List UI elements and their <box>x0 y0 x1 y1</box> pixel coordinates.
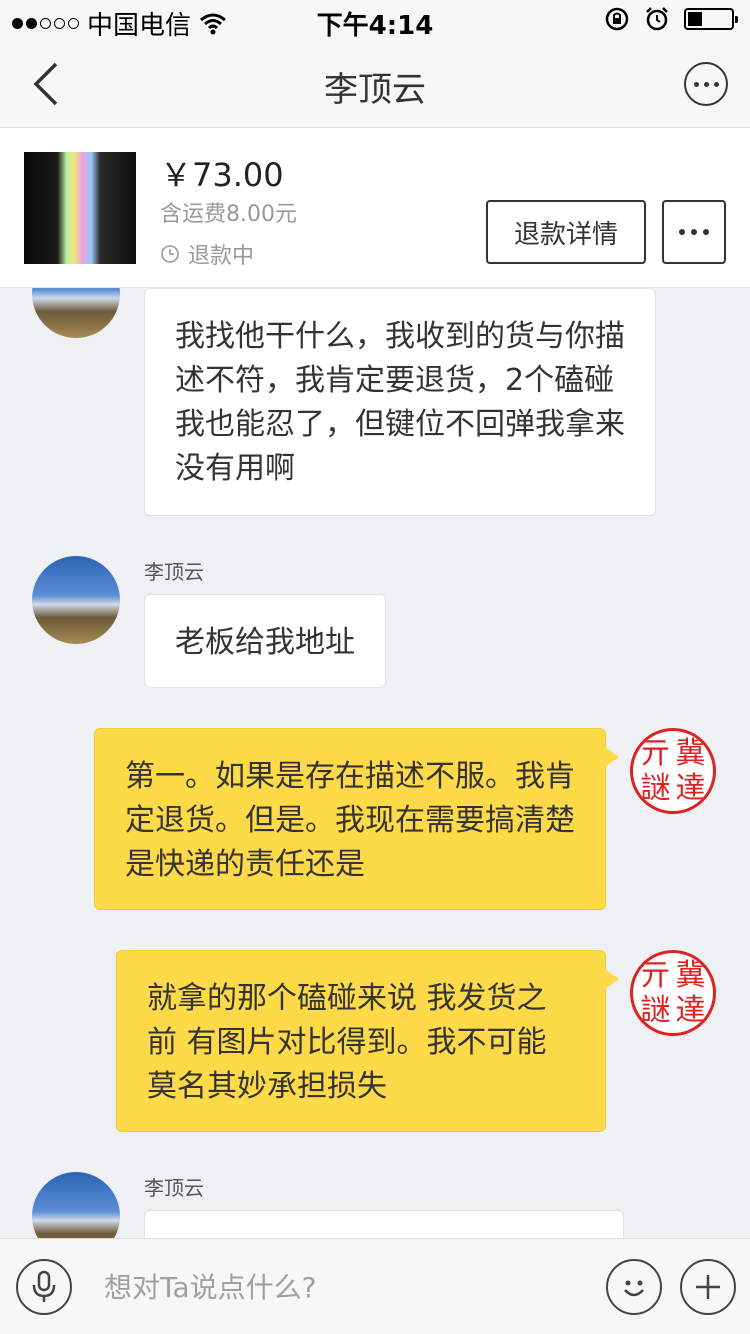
refund-details-button[interactable]: 退款详情 <box>486 200 646 264</box>
dot-icon <box>713 81 719 87</box>
sender-name: 李顶云 <box>144 560 204 584</box>
input-bar <box>0 1238 750 1334</box>
message-bubble[interactable] <box>144 1210 624 1238</box>
avatar[interactable] <box>32 288 120 338</box>
plus-icon <box>696 1275 720 1299</box>
nav-bar: 李顶云 <box>0 40 750 128</box>
voice-button[interactable] <box>16 1259 72 1315</box>
order-more-button[interactable] <box>662 200 726 264</box>
sender-name: 李顶云 <box>144 1176 204 1200</box>
message-input[interactable] <box>90 1259 590 1315</box>
alarm-icon <box>646 7 668 31</box>
rotation-lock-icon <box>605 7 629 31</box>
message-bubble[interactable]: 我找他干什么，我收到的货与你描述不符，我肯定要退货，2个磕碰我也能忍了，但键位不… <box>144 288 656 516</box>
clock-icon <box>161 245 179 263</box>
order-price: ￥73.00 <box>160 156 284 194</box>
dot-icon <box>691 229 697 235</box>
message-bubble-mine[interactable]: 第一。如果是存在描述不服。我肯定退货。但是。我现在需要搞清楚是快递的责任还是 <box>94 728 619 910</box>
battery-icon <box>684 8 738 30</box>
message-bubble[interactable]: 老板给我地址 <box>144 594 386 688</box>
add-button[interactable] <box>680 1259 736 1315</box>
dot-icon <box>703 81 709 87</box>
refund-status: 退款中 <box>160 238 254 270</box>
refund-status-label: 退款中 <box>188 244 255 269</box>
my-avatar[interactable]: 亓冀 謎達 <box>630 728 716 814</box>
my-avatar[interactable]: 亓冀 謎達 <box>630 950 716 1036</box>
microphone-icon <box>32 1270 56 1302</box>
emoji-button[interactable] <box>606 1259 662 1315</box>
product-image[interactable] <box>24 152 136 264</box>
order-card: ￥73.00 含运费8.00元 退款中 退款详情 <box>0 128 750 288</box>
dot-icon <box>679 229 685 235</box>
chat-area[interactable]: 我找他干什么，我收到的货与你描述不符，我肯定要退货，2个磕碰我也能忍了，但键位不… <box>0 288 750 1238</box>
dot-icon <box>703 229 709 235</box>
message-bubble-mine[interactable]: 就拿的那个磕碰来说 我发货之前 有图片对比得到。我不可能莫名其妙承担损失 <box>116 950 619 1132</box>
page-title: 李顶云 <box>324 70 426 110</box>
more-options-button[interactable] <box>684 62 728 106</box>
avatar[interactable] <box>32 556 120 644</box>
status-bar: 中国电信 下午4:14 <box>0 0 750 41</box>
status-right <box>604 6 738 32</box>
smiley-icon <box>624 1280 644 1297</box>
shipping-fee: 含运费8.00元 <box>160 202 297 227</box>
seal-logo: 亓冀 謎達 <box>640 736 706 806</box>
seal-logo: 亓冀 謎達 <box>640 958 706 1028</box>
dot-icon <box>693 81 699 87</box>
avatar[interactable] <box>32 1172 120 1238</box>
